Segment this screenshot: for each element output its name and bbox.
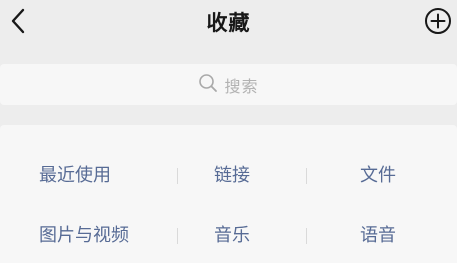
column-divider xyxy=(177,228,178,244)
search-field: 搜索 xyxy=(198,73,258,97)
category-voice[interactable]: 语音 xyxy=(360,223,396,249)
category-links[interactable]: 链接 xyxy=(214,163,250,189)
page-title: 收藏 xyxy=(206,11,251,35)
column-divider xyxy=(306,168,307,184)
column-divider xyxy=(306,228,307,244)
plus-circle-icon xyxy=(424,7,452,39)
category-recent[interactable]: 最近使用 xyxy=(39,163,111,189)
category-music[interactable]: 音乐 xyxy=(214,223,250,249)
add-favorite-button[interactable] xyxy=(423,8,453,38)
navigation-bar: 收藏 xyxy=(0,0,457,50)
category-photos-videos[interactable]: 图片与视频 xyxy=(39,223,129,249)
search-bar[interactable]: 搜索 xyxy=(0,64,457,105)
search-icon xyxy=(198,73,218,97)
category-files[interactable]: 文件 xyxy=(360,163,396,189)
favorites-screen: 收藏 搜索 最近使用 链接 文件 图片与视频 音乐 语音 xyxy=(0,0,457,263)
column-divider xyxy=(177,168,178,184)
search-placeholder: 搜索 xyxy=(224,76,259,96)
category-grid: 最近使用 链接 文件 图片与视频 音乐 语音 xyxy=(0,125,457,263)
